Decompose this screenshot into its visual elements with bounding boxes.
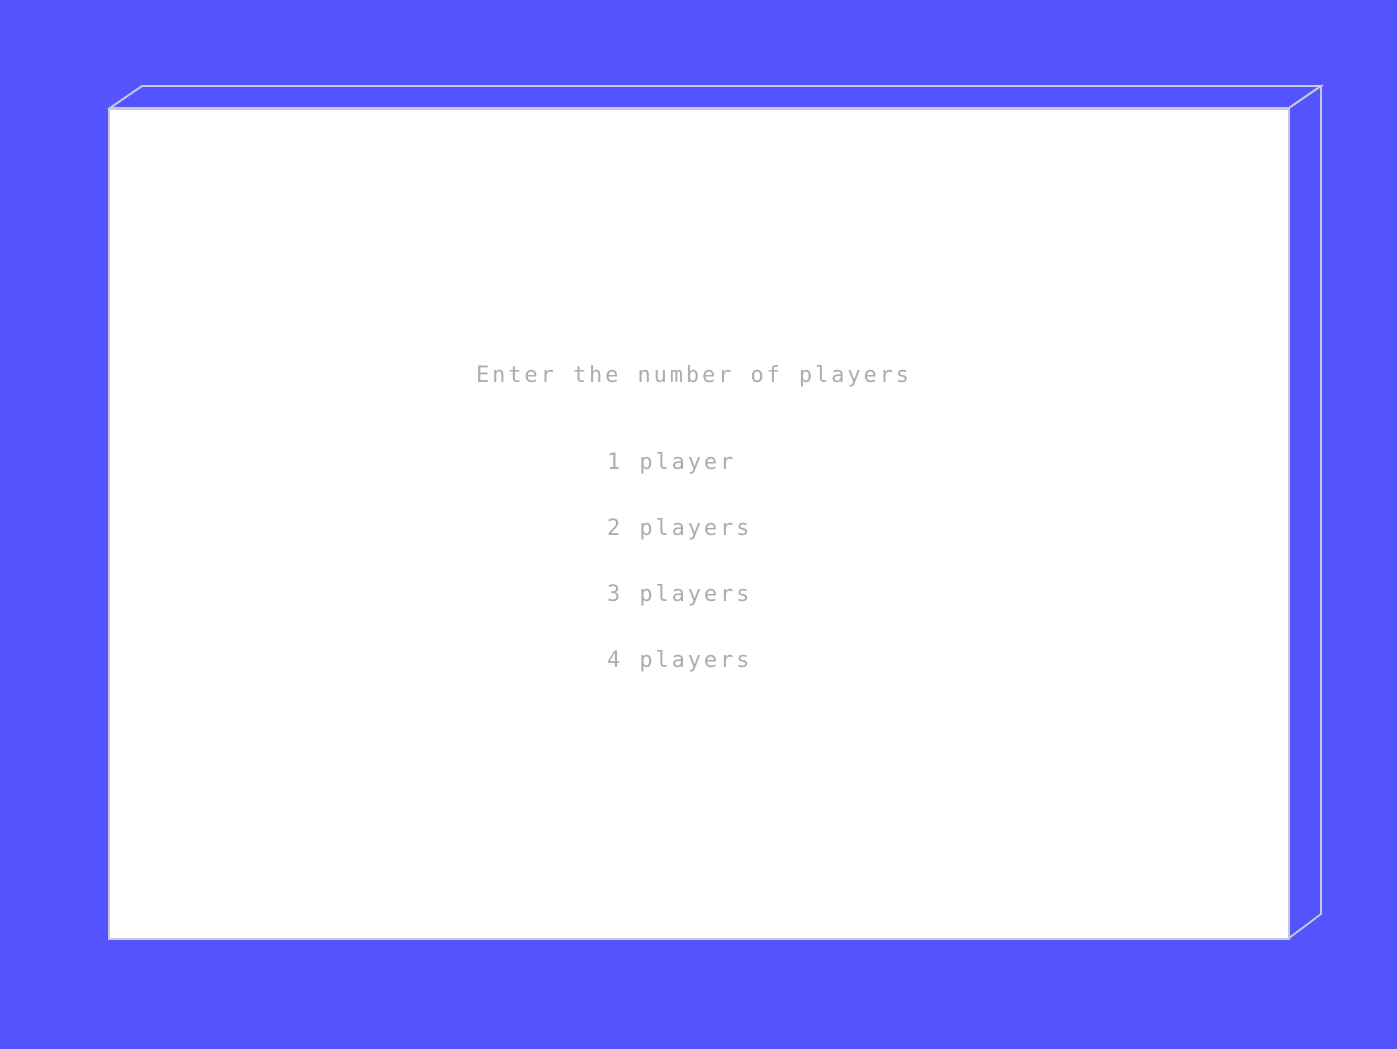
option-4-players[interactable]: 4 players	[607, 650, 752, 672]
option-2-players[interactable]: 2 players	[607, 518, 752, 540]
frame-right-edge	[1288, 84, 1322, 940]
option-1-player[interactable]: 1 player	[607, 452, 752, 474]
option-number: 1	[607, 450, 624, 475]
player-count-menu: 1 player 2 players 3 players 4 players	[607, 408, 752, 716]
option-label: players	[639, 516, 753, 541]
player-count-prompt: Enter the number of players	[476, 363, 912, 388]
frame-top-edge	[106, 85, 1325, 109]
game-stage: Enter the number of players 1 player 2 p…	[0, 0, 1397, 1049]
option-number: 2	[607, 516, 624, 541]
option-label: players	[639, 582, 753, 607]
option-number: 3	[607, 582, 624, 607]
option-3-players[interactable]: 3 players	[607, 584, 752, 606]
option-label: player	[639, 450, 737, 475]
option-label: players	[639, 648, 753, 673]
option-number: 4	[607, 648, 624, 673]
